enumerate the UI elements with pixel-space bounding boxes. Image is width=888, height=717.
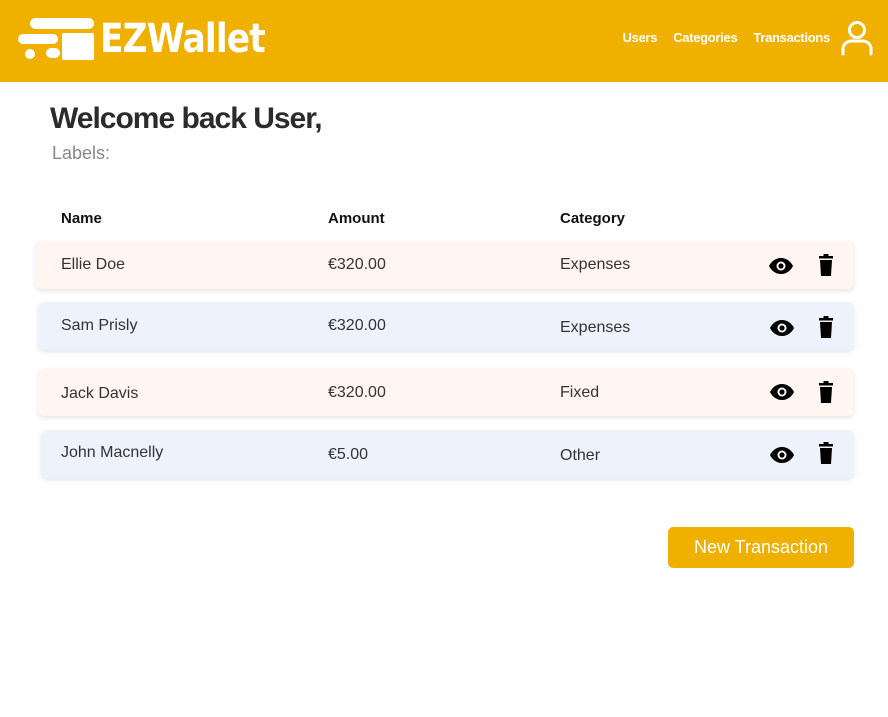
table-row[interactable]: Sam Prisly €320.00 Expenses (38, 302, 854, 350)
eye-icon[interactable] (770, 447, 794, 463)
user-icon[interactable] (840, 20, 874, 56)
table-row[interactable]: John Macnelly €5.00 Other (41, 430, 854, 478)
row-category: Other (560, 447, 601, 464)
trash-icon[interactable] (819, 316, 833, 338)
row-name: Jack Davis (61, 385, 139, 402)
nav-categories[interactable]: Categories (673, 30, 738, 45)
labels-text: Labels: (52, 143, 111, 163)
nav-transactions[interactable]: Transactions (753, 30, 830, 45)
brand-logo[interactable]: EZWallet (16, 14, 292, 64)
row-amount: €320.00 (328, 384, 386, 401)
row-amount: €5.00 (328, 446, 369, 463)
top-nav: Users Categories Transactions (623, 30, 831, 45)
table-row[interactable]: Ellie Doe €320.00 Expenses (35, 241, 854, 289)
brand-name: EZWallet (100, 16, 266, 62)
top-header: EZWallet Users Categories Transactions (0, 0, 888, 82)
row-name: Ellie Doe (61, 256, 126, 273)
row-category: Expenses (560, 256, 631, 273)
row-amount: €320.00 (328, 256, 386, 273)
trash-icon[interactable] (819, 381, 833, 403)
table-row[interactable]: Jack Davis €320.00 Fixed (38, 368, 854, 416)
trash-icon[interactable] (819, 254, 833, 276)
row-category: Fixed (560, 384, 600, 401)
column-header-name: Name (61, 210, 102, 227)
row-name: John Macnelly (61, 444, 164, 461)
new-transaction-button[interactable]: New Transaction (668, 527, 854, 568)
column-header-category: Category (560, 210, 626, 227)
page-title: Welcome back User, (50, 102, 323, 135)
trash-icon[interactable] (819, 442, 833, 464)
eye-icon[interactable] (770, 320, 794, 336)
eye-icon[interactable] (770, 384, 794, 400)
column-header-amount: Amount (328, 210, 385, 227)
eye-icon[interactable] (769, 258, 793, 274)
row-name: Sam Prisly (61, 317, 138, 334)
nav-users[interactable]: Users (623, 30, 658, 45)
row-amount: €320.00 (328, 317, 386, 334)
row-category: Expenses (560, 319, 631, 336)
logo-speed-icon (18, 18, 94, 60)
